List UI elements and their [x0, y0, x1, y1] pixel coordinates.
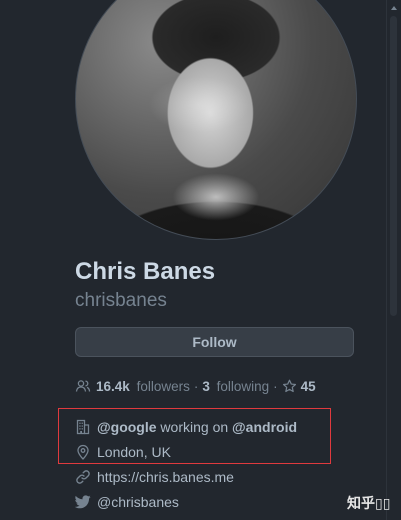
scrollbar-thumb[interactable]: [390, 16, 397, 316]
project-mention-link[interactable]: @android: [232, 419, 297, 435]
website-link[interactable]: https://chris.banes.me: [97, 469, 234, 485]
profile-stats: 16.4k followers · 3 following · 45: [75, 378, 316, 394]
bio-organization: @google working on @android: [75, 418, 297, 436]
location-pin-icon: [75, 444, 91, 460]
location-text: London, UK: [97, 444, 171, 460]
org-mention-link[interactable]: @google: [97, 419, 157, 435]
stars-count: 45: [300, 378, 316, 394]
profile-username: chrisbanes: [75, 290, 167, 311]
zhihu-watermark: 知乎▯▯: [347, 495, 391, 511]
star-icon: [282, 379, 297, 394]
twitter-handle-link[interactable]: @chrisbanes: [97, 494, 179, 510]
followers-link[interactable]: 16.4k followers: [96, 379, 190, 394]
following-count: 3: [202, 378, 210, 394]
followers-count: 16.4k: [96, 378, 130, 394]
link-icon: [75, 469, 91, 485]
bio-twitter: @chrisbanes: [75, 493, 179, 511]
avatar[interactable]: [75, 0, 357, 240]
follow-button[interactable]: Follow: [75, 327, 354, 357]
bio-text: working on: [156, 419, 233, 435]
separator-dot: ·: [193, 378, 199, 394]
following-label: following: [216, 378, 270, 394]
separator-dot: ·: [273, 378, 278, 394]
scroll-up-arrow-icon[interactable]: [391, 6, 397, 10]
bio-location: London, UK: [75, 443, 171, 461]
stars-link[interactable]: 45: [282, 379, 316, 394]
following-link[interactable]: 3 following: [202, 379, 269, 394]
profile-name: Chris Banes: [75, 258, 216, 285]
followers-label: followers: [136, 378, 190, 394]
people-icon: [75, 379, 91, 393]
organization-icon: [75, 419, 91, 435]
twitter-icon: [75, 495, 91, 509]
bio-website: https://chris.banes.me: [75, 468, 234, 486]
scrollbar[interactable]: [386, 0, 401, 520]
